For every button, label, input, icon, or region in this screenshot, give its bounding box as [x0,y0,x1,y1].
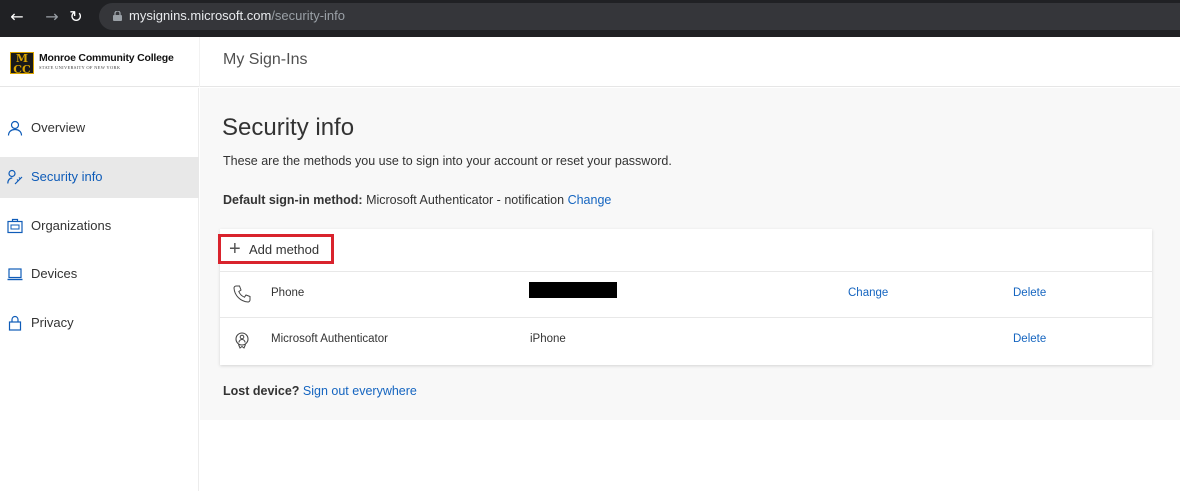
plus-icon: + [229,238,241,260]
app-title: My Sign-Ins [223,51,308,68]
add-method-label: Add method [249,242,320,257]
url-text: mysignins.microsoft.com/security-info [129,8,345,23]
college-logo[interactable]: M CC Monroe Community College STATE UNIVE… [10,52,174,75]
forward-arrow-icon[interactable]: → [42,6,62,28]
method-row-phone: Phone Change Delete [220,272,1152,316]
page-description: These are the methods you use to sign in… [223,154,672,168]
app-header: M CC Monroe Community College STATE UNIVE… [0,37,1180,87]
sidebar-nav: Overview Security info Organizations Dev… [0,88,199,491]
sidebar-item-label: Organizations [31,218,112,233]
main-content: Security info These are the methods you … [200,88,1180,420]
sidebar-item-label: Overview [31,120,86,135]
organization-icon [7,218,23,234]
method-row-authenticator: Microsoft Authenticator iPhone Delete [220,318,1152,362]
person-icon [7,120,23,136]
methods-card: + Add method Phone Change Delete Microso… [218,229,1152,365]
logo-name: Monroe Community College [39,52,174,64]
lock-icon [113,11,122,21]
phone-icon [233,285,251,303]
delete-phone-link[interactable]: Delete [1013,287,1046,299]
authenticator-icon [235,332,249,349]
browser-toolbar: ← → ↻ mysignins.microsoft.com/security-i… [0,0,1180,37]
url-path: /security-info [271,8,346,23]
sign-out-everywhere-link[interactable]: Sign out everywhere [303,384,417,398]
change-default-link[interactable]: Change [568,193,612,207]
sidebar-item-label: Security info [31,169,103,184]
add-method-button[interactable]: + Add method [218,234,334,264]
default-method-value: Microsoft Authenticator - notification [366,193,565,207]
redacted-phone-number [529,282,617,298]
sidebar-item-devices[interactable]: Devices [0,254,199,295]
header-divider [199,37,200,87]
page-title: Security info [222,114,355,141]
method-name: Phone [271,287,305,299]
url-host: mysignins.microsoft.com [129,8,272,23]
sidebar-item-organizations[interactable]: Organizations [0,206,199,247]
sidebar-item-label: Devices [31,266,78,281]
sidebar-item-label: Privacy [31,315,74,330]
reload-icon[interactable]: ↻ [66,6,86,28]
default-sign-in-method: Default sign-in method: Microsoft Authen… [223,193,611,207]
laptop-icon [7,268,23,281]
sidebar-item-security-info[interactable]: Security info [0,157,199,198]
sidebar-item-privacy[interactable]: Privacy [0,303,199,344]
lost-device-label: Lost device? [223,384,300,398]
security-info-icon [7,169,23,185]
lost-device-line: Lost device? Sign out everywhere [223,384,417,398]
change-phone-link[interactable]: Change [848,287,888,299]
default-method-label: Default sign-in method: [223,193,363,207]
sidebar-item-overview[interactable]: Overview [0,108,199,149]
logo-subtitle: STATE UNIVERSITY OF NEW YORK [39,65,121,70]
method-detail: iPhone [530,333,566,345]
back-arrow-icon[interactable]: ← [7,6,27,28]
delete-authenticator-link[interactable]: Delete [1013,333,1046,345]
method-name: Microsoft Authenticator [271,333,388,345]
logo-mark: M CC [10,52,34,75]
lock-icon [8,315,22,331]
address-bar[interactable]: mysignins.microsoft.com/security-info [99,3,1180,30]
